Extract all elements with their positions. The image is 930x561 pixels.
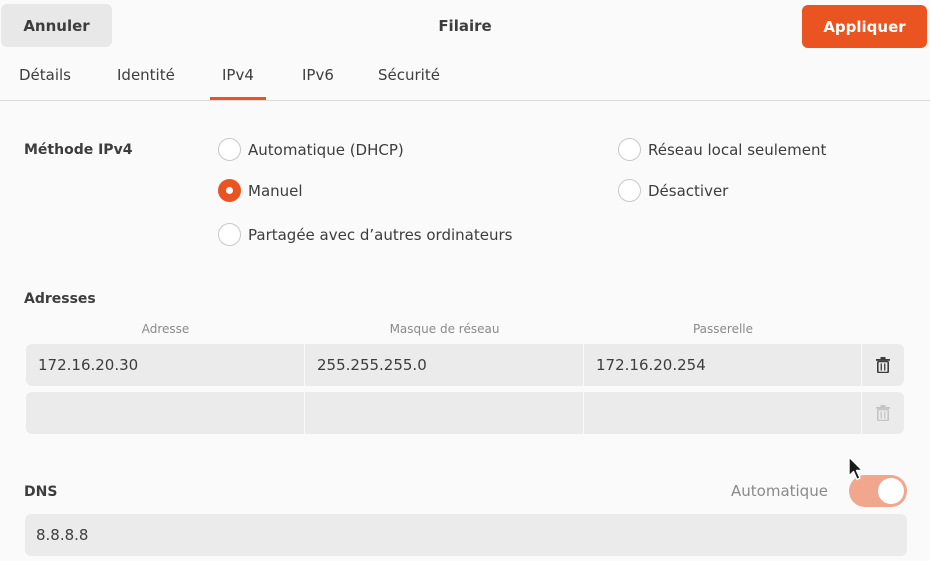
radio-label: Désactiver — [648, 181, 729, 200]
dns-section-label: DNS — [24, 484, 58, 500]
delete-address-button[interactable] — [862, 344, 904, 386]
tab-ipv4[interactable]: IPv4 — [210, 66, 266, 100]
address-field[interactable]: 172.16.20.30 — [26, 344, 305, 386]
radio-label: Partagée avec d’autres ordinateurs — [248, 225, 513, 244]
address-row: 172.16.20.30 255.255.255.0 172.16.20.254 — [26, 344, 904, 386]
header-bar: Annuler Filaire Appliquer — [0, 0, 930, 54]
radio-circle-checked — [218, 179, 241, 202]
radio-circle — [618, 138, 641, 161]
radio-label: Réseau local seulement — [648, 140, 827, 159]
ipv4-settings-panel: Méthode IPv4 Automatique (DHCP) Réseau l… — [0, 102, 930, 561]
tab-ipv6[interactable]: IPv6 — [302, 66, 334, 84]
address-row-empty — [26, 392, 904, 434]
dns-servers-field[interactable]: 8.8.8.8 — [25, 514, 907, 556]
tab-identity[interactable]: Identité — [117, 66, 175, 84]
radio-automatic-dhcp[interactable]: Automatique (DHCP) — [218, 138, 404, 161]
toggle-knob — [878, 478, 904, 504]
tab-bar: Détails Identité IPv4 IPv6 Sécurité — [0, 54, 930, 101]
column-header-netmask: Masque de réseau — [389, 322, 500, 336]
radio-disable[interactable]: Désactiver — [618, 179, 728, 202]
radio-circle — [218, 223, 241, 246]
ipv4-method-label: Méthode IPv4 — [24, 142, 133, 158]
addresses-section-label: Adresses — [24, 291, 96, 307]
apply-button[interactable]: Appliquer — [802, 5, 927, 48]
radio-manual[interactable]: Manuel — [218, 179, 303, 202]
radio-shared[interactable]: Partagée avec d’autres ordinateurs — [218, 223, 512, 246]
dialog-title: Filaire — [438, 17, 492, 35]
radio-label: Automatique (DHCP) — [248, 140, 404, 159]
dns-automatic-label: Automatique — [731, 482, 828, 500]
radio-local-network-only[interactable]: Réseau local seulement — [618, 138, 826, 161]
gateway-field[interactable] — [584, 392, 862, 434]
address-field[interactable] — [26, 392, 305, 434]
radio-circle — [218, 138, 241, 161]
delete-address-button-disabled — [862, 392, 904, 434]
radio-label: Manuel — [248, 181, 303, 200]
column-header-address: Adresse — [141, 322, 190, 336]
netmask-field[interactable] — [305, 392, 584, 434]
gateway-field[interactable]: 172.16.20.254 — [584, 344, 862, 386]
column-header-gateway: Passerelle — [692, 322, 754, 336]
trash-icon — [876, 357, 890, 373]
trash-icon — [876, 405, 890, 421]
netmask-field[interactable]: 255.255.255.0 — [305, 344, 584, 386]
tab-security[interactable]: Sécurité — [378, 66, 440, 84]
tab-details[interactable]: Détails — [19, 66, 71, 84]
radio-circle — [618, 179, 641, 202]
mouse-pointer-icon — [848, 456, 864, 481]
